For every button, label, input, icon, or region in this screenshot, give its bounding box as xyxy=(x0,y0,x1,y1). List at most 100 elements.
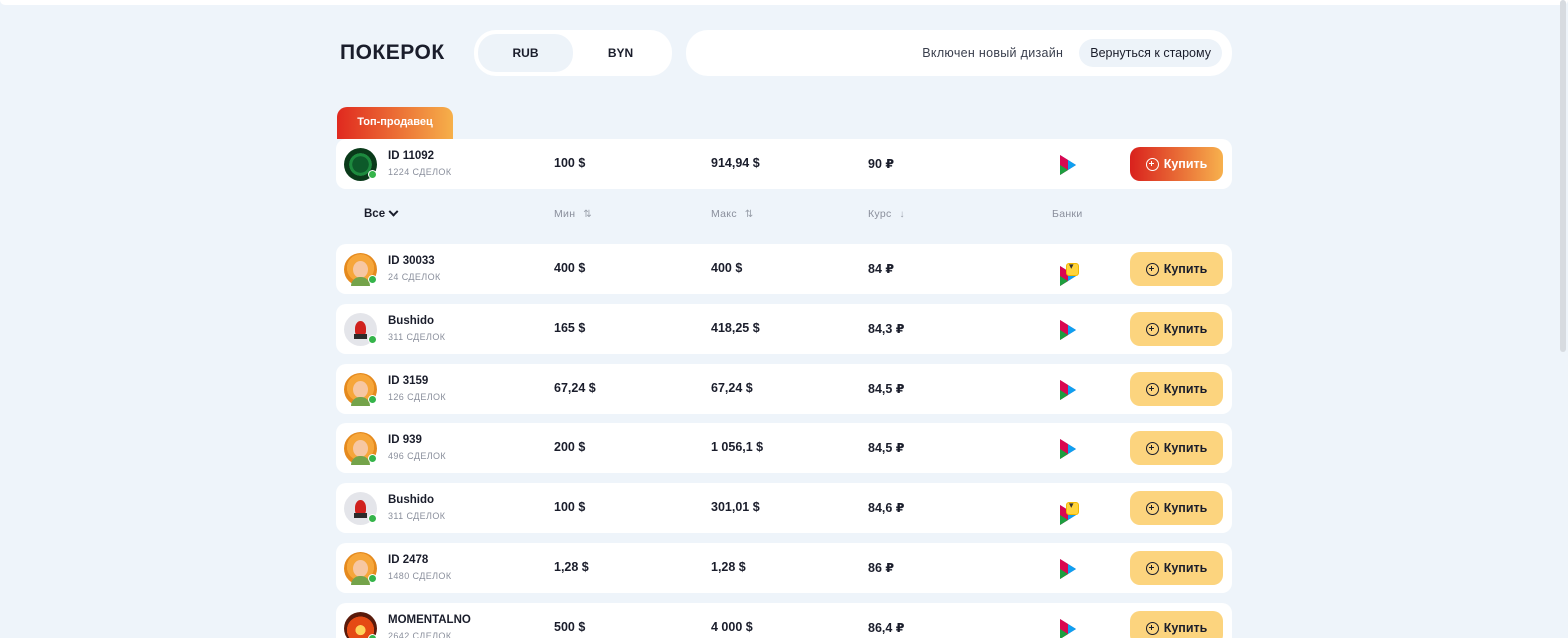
buy-button[interactable]: Купить xyxy=(1130,491,1223,525)
online-indicator xyxy=(368,454,377,463)
online-indicator xyxy=(368,275,377,284)
seller-deals: 311 СДЕЛОК xyxy=(388,332,446,342)
seller-name[interactable]: MOMENTALNO xyxy=(388,614,471,626)
seller-name[interactable]: ID 11092 xyxy=(388,150,434,162)
sbp-bank-icon xyxy=(1056,318,1082,342)
offer-row: Bushido 311 СДЕЛОК 165 $ 418,25 $ 84,3 ₽ Купи… xyxy=(336,304,1232,354)
sort-min[interactable]: Мин ⇅ xyxy=(554,208,592,220)
sbp-bank-icon xyxy=(1056,557,1082,581)
currency-switch: RUB BYN xyxy=(474,30,672,76)
max-amount: 4 000 $ xyxy=(711,620,753,634)
seller-deals: 2642 СДЕЛОК xyxy=(388,631,452,638)
max-amount: 418,25 $ xyxy=(711,321,760,335)
min-amount: 500 $ xyxy=(554,620,586,634)
sbp-bank-icon xyxy=(1056,378,1082,402)
min-amount: 67,24 $ xyxy=(554,381,596,395)
plus-circle-icon xyxy=(1145,157,1159,171)
banks-header: Банки xyxy=(1052,208,1083,220)
rate: 86,4 ₽ xyxy=(868,621,905,635)
online-indicator xyxy=(368,335,377,344)
max-amount: 1 056,1 $ xyxy=(711,440,764,454)
buy-button[interactable]: Купить xyxy=(1130,147,1223,181)
yellow-bank-icon xyxy=(1066,261,1079,276)
buy-button[interactable]: Купить xyxy=(1130,431,1223,465)
seller-deals: 1224 СДЕЛОК xyxy=(388,167,452,177)
rate: 84 ₽ xyxy=(868,262,895,276)
offer-row: Bushido 311 СДЕЛОК 100 $ 301,01 $ 84,6 ₽ Купи… xyxy=(336,483,1232,533)
design-switch-panel: Включен новый дизайн Вернуться к старому xyxy=(686,30,1232,76)
scrollbar[interactable] xyxy=(1560,0,1566,352)
plus-circle-icon xyxy=(1145,441,1159,455)
top-seller-row: ID 11092 1224 СДЕЛОК 100 $ 914,94 $ 90 ₽… xyxy=(336,139,1232,189)
plus-circle-icon xyxy=(1145,382,1159,396)
seller-deals: 24 СДЕЛОК xyxy=(388,272,441,282)
seller-name[interactable]: ID 3159 xyxy=(388,375,428,387)
chevron-down-icon xyxy=(388,206,399,217)
plus-circle-icon xyxy=(1145,561,1159,575)
sort-max[interactable]: Макс ⇅ xyxy=(711,208,754,220)
back-to-old-design-button[interactable]: Вернуться к старому xyxy=(1079,39,1222,67)
sbp-bank-icon xyxy=(1054,258,1084,286)
sbp-bank-icon xyxy=(1056,153,1082,177)
offer-row: ID 3159 126 СДЕЛОК 67,24 $ 67,24 $ 84,5 ₽ Куп… xyxy=(336,364,1232,414)
offer-row: ID 30033 24 СДЕЛОК 400 $ 400 $ 84 ₽ Купить xyxy=(336,244,1232,294)
buy-button[interactable]: Купить xyxy=(1130,252,1223,286)
sbp-bank-icon xyxy=(1056,617,1082,638)
seller-name[interactable]: ID 30033 xyxy=(388,255,435,267)
seller-name[interactable]: Bushido xyxy=(388,315,434,327)
max-amount: 301,01 $ xyxy=(711,500,760,514)
rate: 84,6 ₽ xyxy=(868,501,905,515)
filter-all-dropdown[interactable]: Все xyxy=(364,206,399,220)
min-amount: 200 $ xyxy=(554,440,586,454)
seller-deals: 1480 СДЕЛОК xyxy=(388,571,452,581)
seller-name[interactable]: ID 2478 xyxy=(388,554,428,566)
offer-row: ID 939 496 СДЕЛОК 200 $ 1 056,1 $ 84,5 ₽ Купи… xyxy=(336,423,1232,473)
buy-button[interactable]: Купить xyxy=(1130,372,1223,406)
plus-circle-icon xyxy=(1145,322,1159,336)
design-notice: Включен новый дизайн xyxy=(922,46,1064,60)
top-bar xyxy=(0,0,1568,5)
sort-icon: ⇅ xyxy=(583,209,592,220)
offer-row: ID 2478 1480 СДЕЛОК 1,28 $ 1,28 $ 86 ₽ Купить xyxy=(336,543,1232,593)
max-amount: 914,94 $ xyxy=(711,156,760,170)
rate: 84,3 ₽ xyxy=(868,322,905,336)
rate: 84,5 ₽ xyxy=(868,441,905,455)
offer-row: MOMENTALNO 2642 СДЕЛОК 500 $ 4 000 $ 86,4 ₽ К… xyxy=(336,603,1232,638)
sort-desc-icon: ↓ xyxy=(899,209,905,220)
rate: 86 ₽ xyxy=(868,561,895,575)
online-indicator xyxy=(368,514,377,523)
seller-name[interactable]: Bushido xyxy=(388,494,434,506)
currency-byn-tab[interactable]: BYN xyxy=(573,34,668,72)
page-header: ПОКЕРОК RUB BYN Включен новый дизайн Вер… xyxy=(336,30,1232,76)
min-amount: 100 $ xyxy=(554,500,586,514)
buy-button[interactable]: Купить xyxy=(1130,611,1223,638)
max-amount: 400 $ xyxy=(711,261,743,275)
min-amount: 400 $ xyxy=(554,261,586,275)
buy-button[interactable]: Купить xyxy=(1130,551,1223,585)
online-indicator xyxy=(368,395,377,404)
min-amount: 1,28 $ xyxy=(554,560,589,574)
plus-circle-icon xyxy=(1145,262,1159,276)
sort-icon: ⇅ xyxy=(744,209,754,220)
plus-circle-icon xyxy=(1145,501,1159,515)
sbp-bank-icon xyxy=(1054,497,1084,525)
sbp-bank-icon xyxy=(1056,437,1082,461)
page-title: ПОКЕРОК xyxy=(340,41,445,64)
seller-name[interactable]: ID 939 xyxy=(388,434,422,446)
seller-deals: 496 СДЕЛОК xyxy=(388,451,447,461)
min-amount: 100 $ xyxy=(554,156,586,170)
plus-circle-icon xyxy=(1145,621,1159,635)
currency-rub-tab[interactable]: RUB xyxy=(478,34,573,72)
seller-deals: 126 СДЕЛОК xyxy=(388,392,447,402)
rate: 84,5 ₽ xyxy=(868,382,905,396)
buy-button[interactable]: Купить xyxy=(1130,312,1223,346)
min-amount: 165 $ xyxy=(554,321,586,335)
sort-rate[interactable]: Курс ↓ xyxy=(868,208,905,220)
yellow-bank-icon xyxy=(1066,500,1079,515)
seller-deals: 311 СДЕЛОК xyxy=(388,511,446,521)
main-content: ПОКЕРОК RUB BYN Включен новый дизайн Вер… xyxy=(336,30,1232,638)
rate: 90 ₽ xyxy=(868,157,895,171)
max-amount: 1,28 $ xyxy=(711,560,746,574)
online-indicator xyxy=(368,170,377,179)
online-indicator xyxy=(368,574,377,583)
